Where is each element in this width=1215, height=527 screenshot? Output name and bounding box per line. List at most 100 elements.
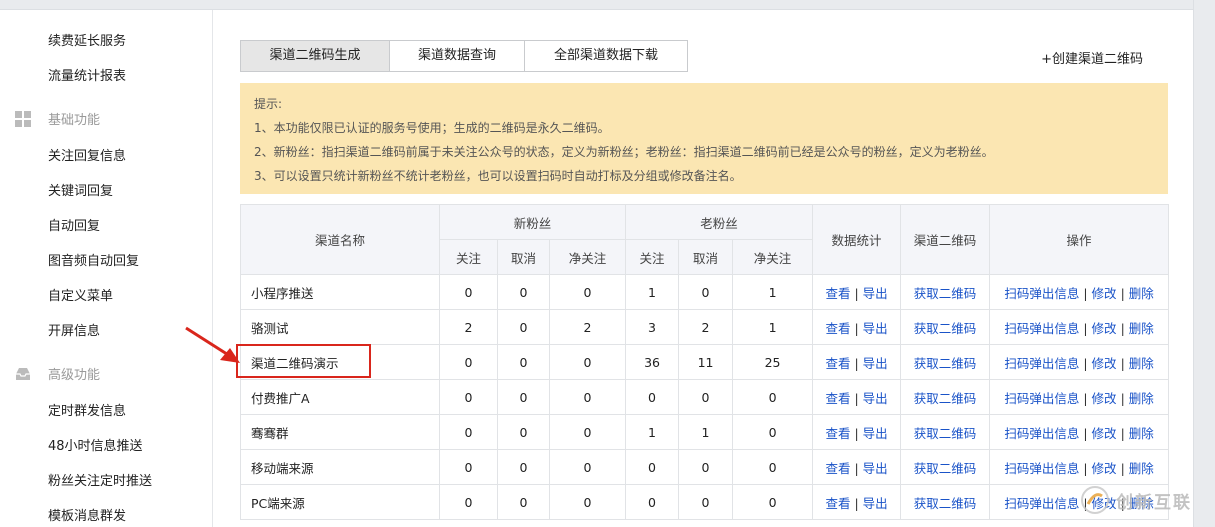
sidebar-item-media-auto-reply[interactable]: 图音频自动回复 — [48, 250, 139, 269]
view-link[interactable]: 查看 — [825, 391, 850, 406]
sidebar-item-template-broadcast[interactable]: 模板消息群发 — [48, 505, 126, 524]
tips-line: 1、本功能仅限已认证的服务号使用；生成的二维码是永久二维码。 — [254, 121, 610, 135]
edit-link[interactable]: 修改 — [1092, 356, 1117, 371]
view-link[interactable]: 查看 — [825, 321, 850, 336]
cell-ops: 扫码弹出信息 | 修改 | 删除 — [989, 274, 1170, 310]
cell-old-net: 1 — [732, 309, 814, 345]
sidebar-item-keyword-reply[interactable]: 关键词回复 — [48, 180, 113, 199]
watermark: 创新互联 — [1080, 480, 1210, 520]
export-link[interactable]: 导出 — [863, 426, 888, 441]
cell-old-follow: 0 — [625, 379, 680, 415]
edit-link[interactable]: 修改 — [1092, 426, 1117, 441]
sidebar-item-auto-reply[interactable]: 自动回复 — [48, 215, 100, 234]
cell-stats: 查看 | 导出 — [812, 484, 902, 520]
export-link[interactable]: 导出 — [863, 461, 888, 476]
sidebar-item-scheduled-broadcast[interactable]: 定时群发信息 — [48, 400, 126, 419]
get-qrcode-link[interactable]: 获取二维码 — [914, 356, 977, 371]
view-link[interactable]: 查看 — [825, 496, 850, 511]
separator: | — [854, 460, 859, 476]
view-link[interactable]: 查看 — [825, 286, 850, 301]
sidebar-item-follow-reply[interactable]: 关注回复信息 — [48, 145, 126, 164]
cell-old-follow: 3 — [625, 309, 680, 345]
tab-qrcode-generate[interactable]: 渠道二维码生成 — [241, 41, 390, 71]
separator: | — [1083, 390, 1088, 406]
scan-popup-info-link[interactable]: 扫码弹出信息 — [1004, 426, 1079, 441]
separator: | — [854, 495, 859, 511]
cell-ops: 扫码弹出信息 | 修改 | 删除 — [989, 344, 1170, 380]
cell-new-cancel: 0 — [497, 379, 550, 415]
sidebar-item-traffic-report[interactable]: 流量统计报表 — [48, 65, 126, 84]
separator: | — [1083, 320, 1088, 336]
export-link[interactable]: 导出 — [863, 496, 888, 511]
scan-popup-info-link[interactable]: 扫码弹出信息 — [1004, 391, 1079, 406]
cell-old-cancel: 0 — [678, 379, 734, 415]
separator: | — [854, 425, 859, 441]
sidebar-item-renewal[interactable]: 续费延长服务 — [48, 30, 126, 49]
sidebar-group-basic: 基础功能 — [14, 109, 100, 128]
tab-channel-query[interactable]: 渠道数据查询 — [390, 41, 525, 71]
sidebar-item-custom-menu[interactable]: 自定义菜单 — [48, 285, 113, 304]
sidebar-group-advanced: 高级功能 — [14, 364, 100, 383]
separator: | — [1083, 285, 1088, 301]
col-header-stats: 数据统计 — [812, 204, 902, 275]
scan-popup-info-link[interactable]: 扫码弹出信息 — [1004, 496, 1079, 511]
export-link[interactable]: 导出 — [863, 391, 888, 406]
cell-stats: 查看 | 导出 — [812, 344, 902, 380]
sidebar-item-splash-info[interactable]: 开屏信息 — [48, 320, 100, 339]
cell-old-follow: 1 — [625, 414, 680, 450]
edit-link[interactable]: 修改 — [1092, 286, 1117, 301]
sidebar-item-48h-push[interactable]: 48小时信息推送 — [48, 435, 143, 454]
get-qrcode-link[interactable]: 获取二维码 — [914, 461, 977, 476]
export-link[interactable]: 导出 — [863, 356, 888, 371]
sidebar: 续费延长服务 流量统计报表 基础功能 关注回复信息 关键词回复 自动回复 图音频… — [0, 10, 213, 527]
view-link[interactable]: 查看 — [825, 426, 850, 441]
tips-panel: 提示: 1、本功能仅限已认证的服务号使用；生成的二维码是永久二维码。 2、新粉丝… — [240, 83, 1168, 194]
col-header-old-fans: 老粉丝 — [625, 204, 814, 240]
cell-old-follow: 1 — [625, 274, 680, 310]
get-qrcode-link[interactable]: 获取二维码 — [914, 496, 977, 511]
cell-new-net: 0 — [548, 274, 627, 310]
sidebar-item-fan-scheduled-push[interactable]: 粉丝关注定时推送 — [48, 470, 152, 489]
export-link[interactable]: 导出 — [863, 321, 888, 336]
table-row: 骞骞群 0 0 0 1 1 0 查看 | 导出 获取二维码 扫码弹出信息 | 修改 | 删除 — [240, 414, 1170, 450]
table-row: 移动端来源 0 0 0 0 0 0 查看 | 导出 获取二维码 扫码弹出信息 | 修改 | 删除 — [240, 449, 1170, 485]
scan-popup-info-link[interactable]: 扫码弹出信息 — [1004, 286, 1079, 301]
cell-channel-name: 小程序推送 — [240, 274, 440, 310]
delete-link[interactable]: 删除 — [1129, 356, 1154, 371]
cell-new-net: 2 — [548, 309, 627, 345]
cell-ops: 扫码弹出信息 | 修改 | 删除 — [989, 379, 1170, 415]
scan-popup-info-link[interactable]: 扫码弹出信息 — [1004, 356, 1079, 371]
cell-old-cancel: 0 — [678, 274, 734, 310]
tips-line: 2、新粉丝：指扫渠道二维码前属于未关注公众号的状态，定义为新粉丝；老粉丝：指扫渠… — [254, 145, 994, 159]
view-link[interactable]: 查看 — [825, 356, 850, 371]
get-qrcode-link[interactable]: 获取二维码 — [914, 391, 977, 406]
cell-new-follow: 0 — [439, 449, 498, 485]
edit-link[interactable]: 修改 — [1092, 321, 1117, 336]
edit-link[interactable]: 修改 — [1092, 391, 1117, 406]
delete-link[interactable]: 删除 — [1129, 286, 1154, 301]
export-link[interactable]: 导出 — [863, 286, 888, 301]
col-header-name: 渠道名称 — [240, 204, 440, 275]
get-qrcode-link[interactable]: 获取二维码 — [914, 286, 977, 301]
delete-link[interactable]: 删除 — [1129, 461, 1154, 476]
col-header-new-follow: 关注 — [439, 239, 498, 275]
cell-ops: 扫码弹出信息 | 修改 | 删除 — [989, 309, 1170, 345]
view-link[interactable]: 查看 — [825, 461, 850, 476]
scan-popup-info-link[interactable]: 扫码弹出信息 — [1004, 321, 1079, 336]
get-qrcode-link[interactable]: 获取二维码 — [914, 426, 977, 441]
channel-table: 渠道名称 新粉丝 老粉丝 数据统计 渠道二维码 操作 关注 取消 净关注 关注 … — [240, 204, 1170, 520]
edit-link[interactable]: 修改 — [1092, 461, 1117, 476]
create-qrcode-link[interactable]: +创建渠道二维码 — [1041, 48, 1143, 67]
page-scroll-edge[interactable] — [1193, 0, 1215, 527]
delete-link[interactable]: 删除 — [1129, 426, 1154, 441]
table-row: 付费推广A 0 0 0 0 0 0 查看 | 导出 获取二维码 扫码弹出信息 | 修改 | 删除 — [240, 379, 1170, 415]
tips-line: 3、可以设置只统计新粉丝不统计老粉丝，也可以设置扫码时自动打标及分组或修改备注名… — [254, 169, 742, 183]
separator: | — [854, 285, 859, 301]
cell-old-net: 25 — [732, 344, 814, 380]
separator: | — [854, 355, 859, 371]
scan-popup-info-link[interactable]: 扫码弹出信息 — [1004, 461, 1079, 476]
delete-link[interactable]: 删除 — [1129, 321, 1154, 336]
tab-download-all[interactable]: 全部渠道数据下载 — [525, 41, 687, 71]
get-qrcode-link[interactable]: 获取二维码 — [914, 321, 977, 336]
delete-link[interactable]: 删除 — [1129, 391, 1154, 406]
